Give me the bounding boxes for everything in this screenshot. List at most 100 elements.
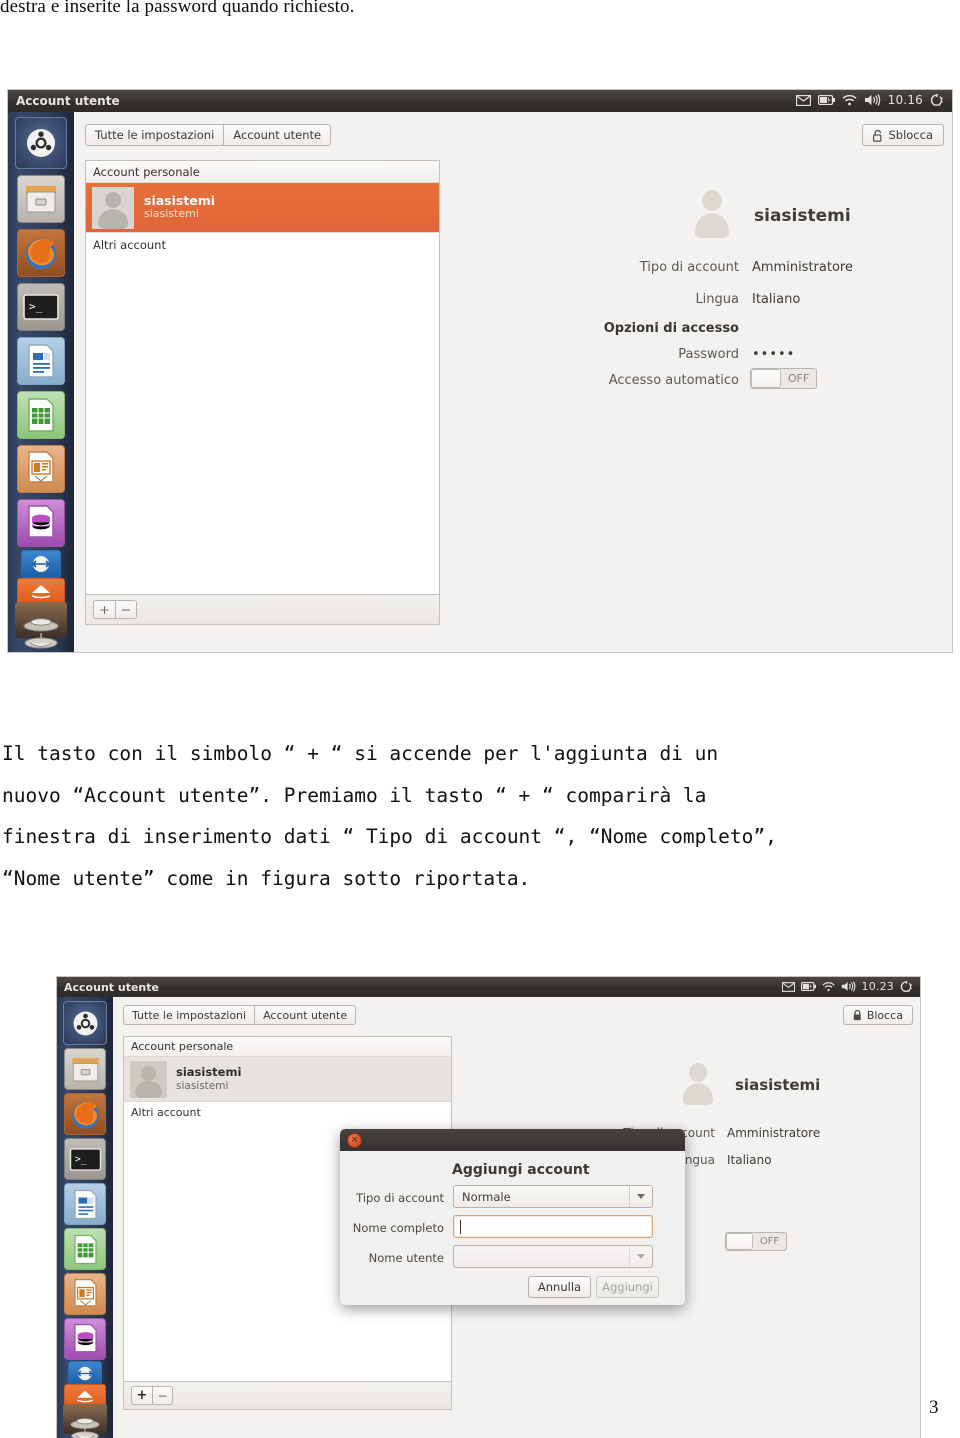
full-name-input[interactable] xyxy=(453,1215,653,1238)
remove-account-button[interactable]: − xyxy=(115,600,137,619)
files-icon[interactable] xyxy=(64,1048,106,1090)
ubuntu-dash-icon[interactable] xyxy=(63,1001,107,1045)
libreoffice-base-icon[interactable] xyxy=(17,499,65,547)
account-type-select-value: Normale xyxy=(462,1189,511,1204)
wifi-icon[interactable] xyxy=(842,94,857,106)
autologin-label: Accesso automatico xyxy=(608,373,739,388)
trash-icon[interactable] xyxy=(63,1425,107,1438)
close-icon[interactable]: × xyxy=(347,1132,362,1148)
libreoffice-writer-icon[interactable] xyxy=(64,1183,106,1225)
libreoffice-impress-icon[interactable] xyxy=(17,445,65,493)
current-panel-button[interactable]: Account utente xyxy=(223,124,332,146)
chevron-down-icon xyxy=(629,1186,652,1207)
screenshot-add-account-dialog: Account utente 10.23 >_ Tutte le imposta… xyxy=(57,977,920,1438)
libreoffice-calc-icon[interactable] xyxy=(64,1228,106,1270)
accounts-list-footer: + − xyxy=(123,1382,452,1410)
screenshot-user-accounts-unlocked: Account utente 10.16 >_ Tutte le imposta… xyxy=(8,90,952,652)
libreoffice-calc-icon[interactable] xyxy=(17,391,65,439)
libreoffice-impress-icon[interactable] xyxy=(64,1273,106,1315)
accounts-list: Account personale siasistemi siasistemi … xyxy=(85,160,440,595)
password-label: Password xyxy=(678,347,739,362)
libreoffice-base-icon[interactable] xyxy=(64,1318,106,1360)
gear-power-icon[interactable] xyxy=(930,93,944,107)
current-panel-button[interactable]: Account utente xyxy=(254,1005,357,1025)
lock-button-label: Blocca xyxy=(866,1008,903,1022)
system-indicators: 10.16 xyxy=(795,93,944,107)
language-label: Lingua xyxy=(695,292,739,307)
battery-icon[interactable] xyxy=(817,95,835,105)
toggle-knob xyxy=(751,369,781,388)
battery-icon[interactable] xyxy=(800,982,816,991)
account-names: siasistemi siasistemi xyxy=(144,192,216,221)
account-full-name: siasistemi xyxy=(144,192,216,208)
settings-breadcrumb: Tutte le impostazioni Account utente xyxy=(123,1005,357,1025)
window-titlebar: Account utente xyxy=(57,977,920,997)
all-settings-button[interactable]: Tutte le impostazioni xyxy=(85,124,224,146)
lock-button[interactable]: Blocca xyxy=(842,1005,913,1025)
accounts-list-header: Account personale xyxy=(124,1037,451,1057)
volume-icon[interactable] xyxy=(864,94,881,106)
account-type-value[interactable]: Amministratore xyxy=(752,260,853,275)
unlock-button-label: Sblocca xyxy=(888,128,933,142)
envelope-icon[interactable] xyxy=(795,94,811,106)
account-display-name: siasistemi xyxy=(735,1076,821,1094)
dialog-heading: Aggiungi account xyxy=(452,1162,590,1178)
toggle-knob xyxy=(726,1233,753,1250)
user-name-select[interactable] xyxy=(453,1245,653,1268)
account-row-selected[interactable]: siasistemi siasistemi xyxy=(124,1057,451,1101)
clock-indicator[interactable]: 10.23 xyxy=(862,980,895,993)
add-account-button[interactable]: + xyxy=(93,600,115,619)
envelope-icon[interactable] xyxy=(781,981,795,992)
software-center-icon[interactable] xyxy=(68,1361,102,1385)
terminal-icon[interactable]: >_ xyxy=(64,1138,106,1180)
wifi-icon[interactable] xyxy=(821,981,835,992)
files-icon[interactable] xyxy=(17,175,65,223)
language-value[interactable]: Italiano xyxy=(727,1153,772,1167)
accounts-list-header: Account personale xyxy=(86,161,439,183)
autologin-toggle[interactable]: OFF xyxy=(750,368,817,389)
clock-indicator[interactable]: 10.16 xyxy=(888,93,923,107)
password-value[interactable]: ••••• xyxy=(752,347,795,362)
toggle-state-label: OFF xyxy=(787,372,810,385)
cancel-button[interactable]: Annulla xyxy=(528,1276,591,1298)
account-type-value[interactable]: Amministratore xyxy=(727,1126,820,1140)
terminal-icon[interactable]: >_ xyxy=(17,283,65,331)
other-accounts-header: Altri account xyxy=(124,1101,451,1123)
amazon-icon[interactable] xyxy=(17,578,65,604)
chevron-down-icon xyxy=(629,1246,652,1267)
account-detail-pane: siasistemi Tipo di account Amministrator… xyxy=(454,160,944,600)
firefox-icon[interactable] xyxy=(17,229,65,277)
libreoffice-writer-icon[interactable] xyxy=(17,337,65,385)
account-row-selected[interactable]: siasistemi siasistemi xyxy=(86,183,439,232)
add-account-button[interactable]: + xyxy=(131,1386,152,1405)
volume-icon[interactable] xyxy=(841,981,856,992)
all-settings-button[interactable]: Tutte le impostazioni xyxy=(123,1005,255,1025)
add-button[interactable]: Aggiungi xyxy=(596,1276,659,1298)
ubuntu-dash-icon[interactable] xyxy=(15,117,67,169)
firefox-icon[interactable] xyxy=(64,1093,106,1135)
gear-power-icon[interactable] xyxy=(900,980,913,993)
account-type-field-label: Tipo di account xyxy=(356,1191,444,1205)
account-user-name: siasistemi xyxy=(144,207,199,221)
full-name-field-label: Nome completo xyxy=(352,1221,444,1235)
trash-icon[interactable] xyxy=(15,630,67,652)
paragraph-line: “Nome utente” come in figura sotto ripor… xyxy=(2,866,531,890)
unlocked-padlock-icon xyxy=(873,129,882,142)
remove-account-button[interactable]: − xyxy=(152,1386,173,1405)
language-value[interactable]: Italiano xyxy=(752,292,800,307)
unlock-button[interactable]: Sblocca xyxy=(862,124,944,146)
avatar-large[interactable] xyxy=(678,1063,718,1105)
window-title: Account utente xyxy=(16,94,120,108)
account-display-name: siasistemi xyxy=(754,206,851,226)
text-cursor xyxy=(460,1219,461,1234)
svg-text:>_: >_ xyxy=(29,300,43,313)
account-type-select[interactable]: Normale xyxy=(453,1185,653,1208)
paragraph-line: nuovo “Account utente”. Premiamo il tast… xyxy=(2,783,707,807)
locked-padlock-icon xyxy=(853,1009,861,1021)
window-title: Account utente xyxy=(64,980,159,994)
autologin-toggle[interactable]: OFF xyxy=(725,1232,787,1251)
software-center-icon[interactable] xyxy=(21,550,61,578)
dialog-titlebar: × xyxy=(340,1129,685,1151)
accounts-list-footer: + − xyxy=(85,595,440,625)
avatar-large[interactable] xyxy=(689,190,735,238)
